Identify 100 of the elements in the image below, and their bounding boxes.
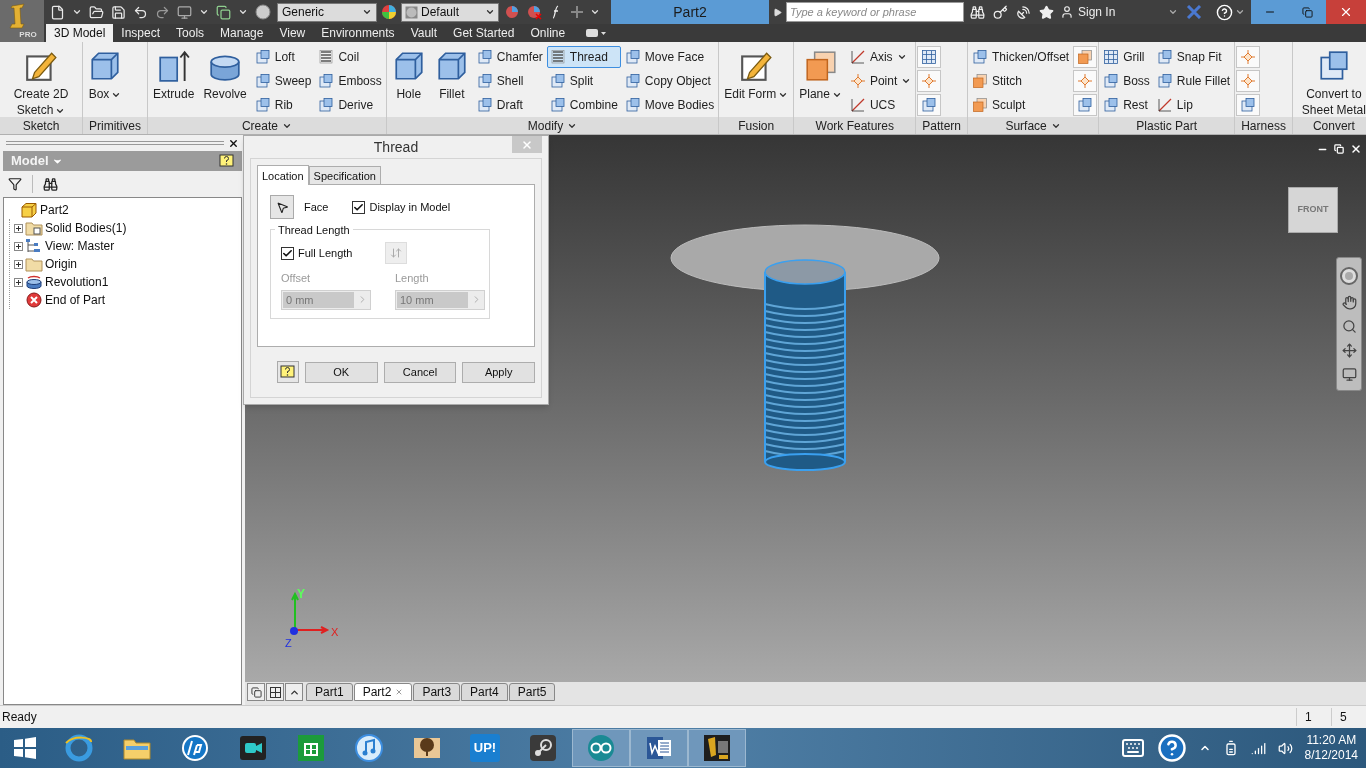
panel-title-bar[interactable]: Work Features — [794, 117, 916, 134]
tree-item[interactable]: View: Master — [45, 237, 115, 255]
close-icon[interactable] — [1350, 143, 1362, 155]
icon-button[interactable] — [917, 46, 942, 68]
clock-time[interactable]: 11:20 AM — [1306, 733, 1357, 748]
ribbon-button[interactable]: Split — [546, 70, 621, 92]
ribbon-button[interactable]: Snap Fit — [1153, 46, 1234, 68]
ribbon-tab[interactable]: Get Started — [445, 24, 523, 42]
application-menu-button[interactable]: PRO — [0, 0, 44, 42]
panel-title-bar[interactable]: Modify — [386, 117, 719, 134]
taskbar-app[interactable]: UP! — [456, 729, 514, 767]
panel-title-bar[interactable]: Harness — [1235, 117, 1292, 134]
expand-toggle[interactable] — [14, 223, 23, 233]
ribbon-tab[interactable]: Vault — [402, 24, 446, 42]
taskbar-app[interactable] — [630, 729, 688, 767]
ribbon-tab[interactable]: View — [271, 24, 314, 42]
tree-item[interactable]: Revolution1 — [45, 273, 109, 291]
tile-button[interactable] — [266, 683, 284, 701]
ribbon-tab[interactable]: Tools — [168, 24, 213, 42]
ribbon-button[interactable]: UCS — [846, 94, 915, 116]
icon-button[interactable] — [917, 70, 942, 92]
ribbon-button[interactable]: Thicken/Offset — [969, 46, 1073, 68]
document-tab[interactable]: Part5 — [508, 683, 556, 701]
select-button[interactable] — [270, 195, 294, 220]
help-button[interactable] — [277, 361, 299, 384]
document-tab[interactable]: Part2 — [353, 683, 413, 701]
ribbon-button[interactable]: Sweep — [251, 70, 315, 92]
expand-toggle[interactable] — [14, 259, 23, 269]
dialog-tab[interactable]: Location — [257, 165, 309, 186]
ribbon-button[interactable]: Edit Form — [720, 44, 793, 116]
panel-title-bar[interactable]: Primitives — [83, 117, 147, 134]
tree-item[interactable]: End of Part — [45, 291, 106, 309]
ribbon-button[interactable]: Draft — [473, 94, 546, 116]
tree-item[interactable]: Part2 — [40, 201, 69, 219]
panel-title-bar[interactable]: Convert — [1292, 117, 1366, 134]
tree-item[interactable]: Origin — [45, 255, 77, 273]
ribbon-button[interactable]: Coil — [315, 46, 385, 68]
ribbon-button[interactable]: Point — [846, 70, 915, 92]
icon-button[interactable] — [1073, 46, 1098, 68]
panel-title-bar[interactable]: Fusion — [719, 117, 794, 134]
ribbon-button[interactable]: Derive — [315, 94, 385, 116]
ribbon-button[interactable]: Rib — [251, 94, 315, 116]
hand-icon[interactable] — [1341, 295, 1357, 310]
checkbox[interactable] — [352, 200, 366, 214]
dialog-button[interactable]: Apply — [462, 361, 535, 383]
icon-button[interactable] — [1236, 46, 1261, 68]
search-field[interactable]: Type a keyword or phrase — [786, 2, 964, 22]
ribbon-button[interactable]: Rest — [1100, 94, 1153, 116]
ribbon-button[interactable]: Fillet — [430, 44, 473, 116]
document-tab[interactable]: Part1 — [306, 683, 353, 701]
checkbox[interactable] — [281, 246, 294, 260]
icon-button[interactable] — [917, 94, 942, 116]
help-icon[interactable] — [1156, 733, 1187, 763]
icon-button[interactable] — [1236, 94, 1261, 116]
ribbon-button[interactable]: Rule Fillet — [1153, 70, 1234, 92]
ribbon-button[interactable]: Move Bodies — [621, 94, 718, 116]
dialog-button[interactable]: OK — [304, 361, 378, 383]
ribbon-button[interactable]: Hole — [387, 44, 430, 116]
speaker-icon[interactable] — [1277, 740, 1293, 756]
panel-title-bar[interactable]: Sketch — [0, 117, 82, 134]
icon-button[interactable] — [1236, 70, 1261, 92]
ribbon-button[interactable]: Move Face — [621, 46, 718, 68]
filter-icon[interactable] — [8, 177, 22, 191]
keyboard-icon[interactable] — [1120, 736, 1145, 760]
cascade-button[interactable] — [247, 683, 265, 701]
restore-icon[interactable] — [1334, 144, 1344, 154]
ribbon-button[interactable]: Axis — [846, 46, 915, 68]
zoom-icon[interactable] — [1341, 319, 1357, 334]
binoculars-icon[interactable] — [43, 176, 58, 192]
clock-date[interactable]: 8/12/2014 — [1304, 748, 1358, 763]
panel-title-bar[interactable]: Create — [148, 117, 386, 134]
ribbon-button[interactable]: Boss — [1100, 70, 1153, 92]
ribbon-button[interactable]: Sculpt — [969, 94, 1073, 116]
icon-button[interactable] — [1073, 94, 1098, 116]
ribbon-tab[interactable]: Online — [522, 24, 574, 42]
tree-item[interactable]: Solid Bodies(1) — [45, 219, 127, 237]
ribbon-button[interactable]: Emboss — [315, 70, 385, 92]
ribbon-tab[interactable]: Environments — [313, 24, 403, 42]
ribbon-button[interactable]: Loft — [251, 46, 315, 68]
appearance-dropdown[interactable]: Default — [401, 2, 499, 22]
document-tab[interactable]: Part4 — [461, 683, 508, 701]
ribbon-button[interactable]: Copy Object — [621, 70, 718, 92]
panel-title-bar[interactable]: Surface — [968, 117, 1099, 134]
ribbon-tab[interactable]: 3D Model — [46, 24, 114, 42]
ribbon-button[interactable]: Convert to Sheet Metal — [1293, 44, 1366, 116]
sign-in-button[interactable]: Sign In — [1060, 3, 1178, 21]
ribbon-button[interactable]: Revolve — [199, 44, 251, 116]
ribbon-button[interactable]: Shell — [473, 70, 546, 92]
ribbon-button[interactable]: Box — [84, 44, 126, 116]
expand-toggle[interactable] — [14, 241, 23, 251]
material-dropdown[interactable]: Generic — [277, 2, 377, 22]
dialog-button[interactable]: Cancel — [383, 361, 457, 383]
ribbon-button[interactable]: Stitch — [969, 70, 1073, 92]
ribbon-tab[interactable]: Inspect — [113, 24, 169, 42]
signal-icon[interactable] — [1250, 740, 1266, 756]
ribbon-button[interactable]: Thread — [546, 46, 621, 68]
menu-button[interactable] — [285, 683, 303, 701]
ribbon-button[interactable]: Grill — [1100, 46, 1153, 68]
ribbon-button[interactable]: Create 2D Sketch — [1, 44, 81, 116]
panel-title-bar[interactable]: Plastic Part — [1099, 117, 1235, 134]
